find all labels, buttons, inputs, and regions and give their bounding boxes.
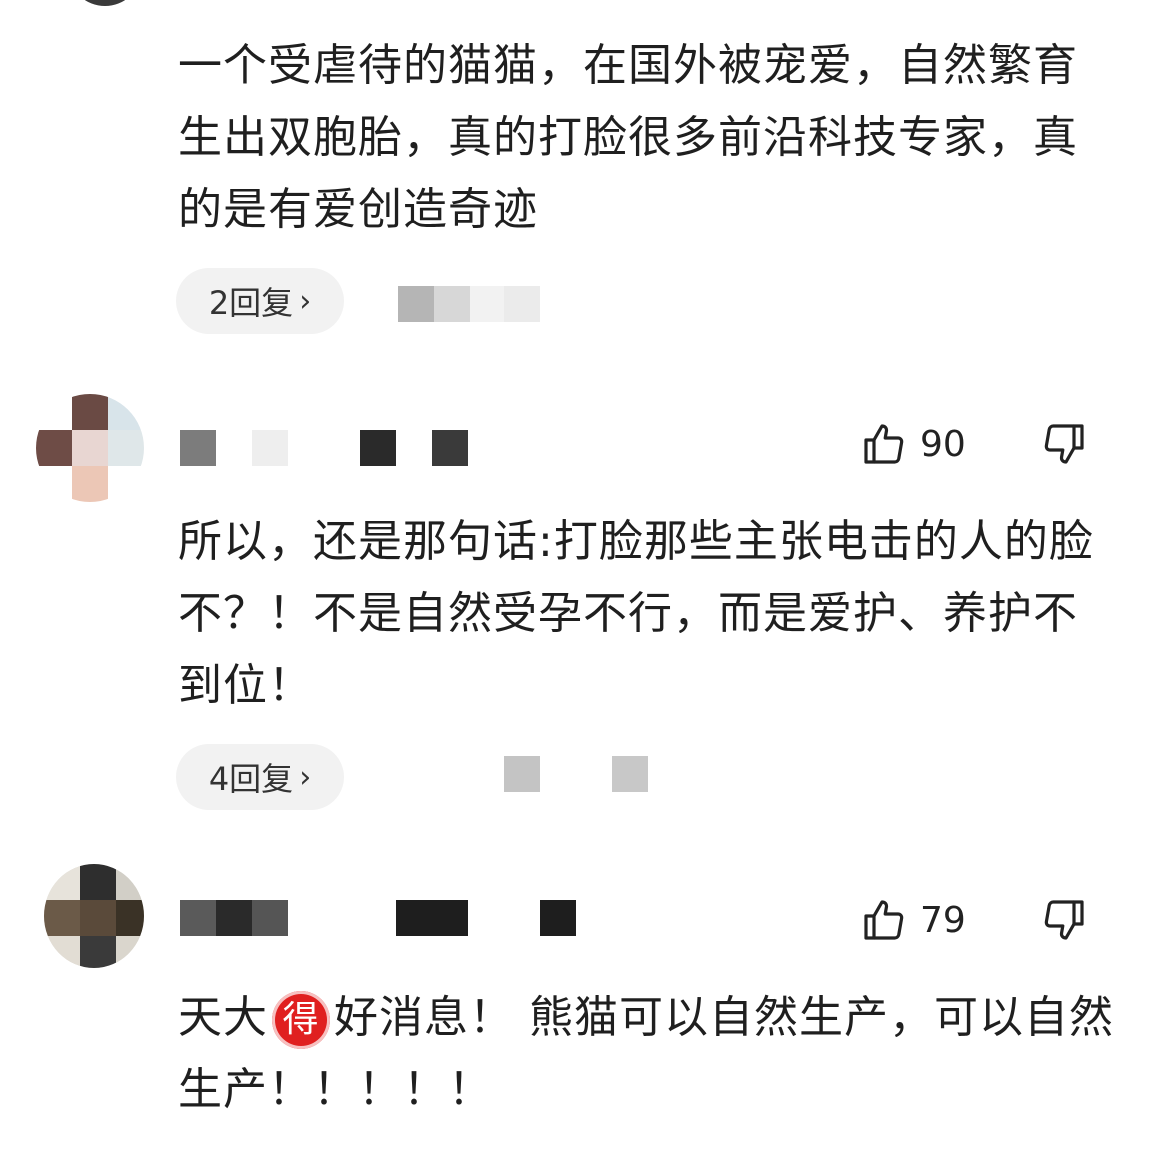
comment-text: 一个受虐待的猫猫，在国外被宠爱，自然繁育生出双胞胎，真的打脸很多前沿科技专家，真… [178, 40, 1078, 235]
thumbs-down-icon [1044, 900, 1084, 940]
replies-button[interactable]: 4回复 › [176, 744, 344, 810]
avatar-partial[interactable] [70, 0, 140, 6]
comment-text-part: 天大 [178, 992, 268, 1043]
comment-text: 所以，还是那句话:打脸那些主张电击的人的脸不？！不是自然受孕不行，而是爱护、养护… [178, 516, 1094, 711]
like-count: 90 [920, 423, 966, 465]
avatar[interactable] [44, 864, 144, 968]
replies-label: 2回复 [208, 284, 294, 322]
thumbs-up-icon [864, 424, 904, 464]
avatar[interactable] [36, 394, 144, 502]
dislike-button[interactable] [1040, 420, 1088, 472]
thumbs-down-icon [1044, 424, 1084, 464]
chevron-right-icon: › [299, 283, 312, 319]
like-button[interactable]: 90 [860, 420, 966, 468]
replies-button[interactable]: 2回复 › [176, 268, 344, 334]
comment-text: 天大得好消息！ 熊猫可以自然生产，可以自然生产！！！！！ [178, 982, 1118, 1126]
chevron-right-icon: › [299, 759, 312, 795]
like-button[interactable]: 79 [860, 896, 966, 944]
de-emoji-badge: 得 [272, 991, 330, 1049]
like-count: 79 [920, 899, 966, 941]
thumbs-up-icon [864, 900, 904, 940]
dislike-button[interactable] [1040, 896, 1088, 948]
replies-label: 4回复 [208, 760, 294, 798]
